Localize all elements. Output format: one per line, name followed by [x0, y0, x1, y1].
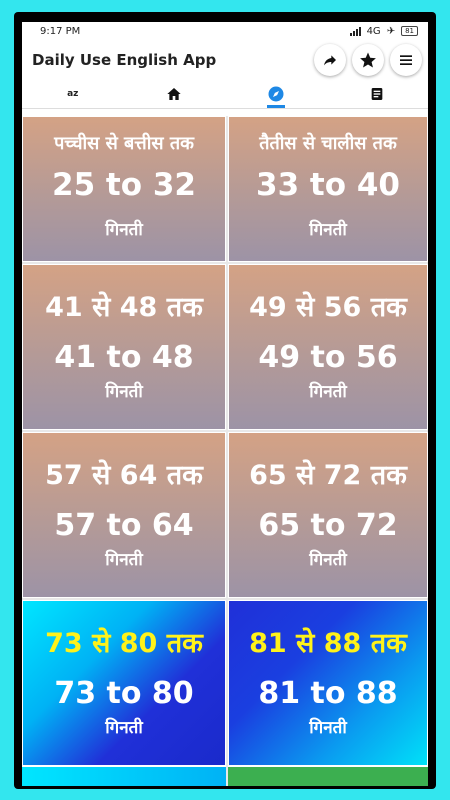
card-title: 41 से 48 तक	[45, 292, 203, 323]
card-label: गिनती	[105, 382, 143, 402]
card-range: 73 to 80	[54, 676, 194, 711]
card-33-40[interactable]: तैतीस से चालीस तक 33 to 40 गिनती	[228, 116, 428, 262]
card-range: 33 to 40	[256, 167, 400, 203]
share-icon	[324, 55, 336, 66]
tab-bar: az	[22, 80, 428, 109]
card-label: गिनती	[309, 550, 347, 570]
menu-button[interactable]	[390, 44, 422, 76]
card-title: 73 से 80 तक	[45, 628, 203, 659]
card-label: गिनती	[105, 220, 143, 240]
share-button[interactable]	[314, 44, 346, 76]
card-partial-right[interactable]	[228, 766, 428, 786]
compass-icon	[268, 86, 284, 102]
status-time: 9:17 PM	[40, 25, 81, 37]
app-bar-actions	[314, 44, 422, 76]
counting-grid: पच्चीस से बत्तीस तक 25 to 32 गिनती तैतीस…	[22, 116, 428, 786]
card-label: गिनती	[309, 220, 347, 240]
card-49-56[interactable]: 49 से 56 तक 49 to 56 गिनती	[228, 264, 428, 430]
card-range: 25 to 32	[52, 167, 196, 203]
card-range: 65 to 72	[258, 508, 398, 543]
nfc-icon: ✈︎	[386, 25, 396, 37]
card-title: 81 से 88 तक	[249, 628, 407, 659]
card-81-88[interactable]: 81 से 88 तक 81 to 88 गिनती	[228, 600, 428, 766]
card-65-72[interactable]: 65 से 72 तक 65 to 72 गिनती	[228, 432, 428, 598]
card-label: गिनती	[105, 718, 143, 738]
menu-icon	[400, 55, 412, 65]
phone-frame: 9:17 PM 4G ✈︎ 81 Daily Use English App a…	[14, 12, 436, 789]
card-title: 57 से 64 तक	[45, 460, 203, 491]
battery-icon: 81	[401, 26, 418, 36]
card-partial-left[interactable]	[22, 766, 226, 786]
tab-explore[interactable]	[225, 80, 327, 108]
card-57-64[interactable]: 57 से 64 तक 57 to 64 गिनती	[22, 432, 226, 598]
notes-icon	[371, 88, 383, 100]
home-icon	[167, 88, 181, 100]
card-25-32[interactable]: पच्चीस से बत्तीस तक 25 to 32 गिनती	[22, 116, 226, 262]
network-type: 4G	[366, 25, 381, 37]
card-title: पच्चीस से बत्तीस तक	[54, 133, 194, 154]
tab-home[interactable]	[124, 80, 226, 108]
az-icon: az	[67, 89, 79, 99]
card-label: गिनती	[309, 718, 347, 738]
status-icons: 4G ✈︎ 81	[349, 25, 418, 37]
signal-icon	[349, 26, 361, 36]
card-title: तैतीस से चालीस तक	[259, 133, 397, 154]
card-range: 57 to 64	[54, 508, 194, 543]
card-73-80[interactable]: 73 से 80 तक 73 to 80 गिनती	[22, 600, 226, 766]
status-bar: 9:17 PM 4G ✈︎ 81	[22, 22, 428, 40]
card-range: 49 to 56	[258, 340, 398, 375]
card-label: गिनती	[309, 382, 347, 402]
tab-notes[interactable]	[327, 80, 429, 108]
card-title: 49 से 56 तक	[249, 292, 407, 323]
card-title: 65 से 72 तक	[249, 460, 407, 491]
app-screen: 9:17 PM 4G ✈︎ 81 Daily Use English App a…	[22, 22, 428, 786]
star-icon	[360, 52, 376, 68]
card-range: 41 to 48	[54, 340, 194, 375]
card-range: 81 to 88	[258, 676, 398, 711]
favorite-button[interactable]	[352, 44, 384, 76]
tab-az[interactable]: az	[22, 80, 124, 108]
card-label: गिनती	[105, 550, 143, 570]
app-title: Daily Use English App	[32, 51, 217, 69]
app-bar: Daily Use English App	[22, 40, 428, 80]
card-41-48[interactable]: 41 से 48 तक 41 to 48 गिनती	[22, 264, 226, 430]
